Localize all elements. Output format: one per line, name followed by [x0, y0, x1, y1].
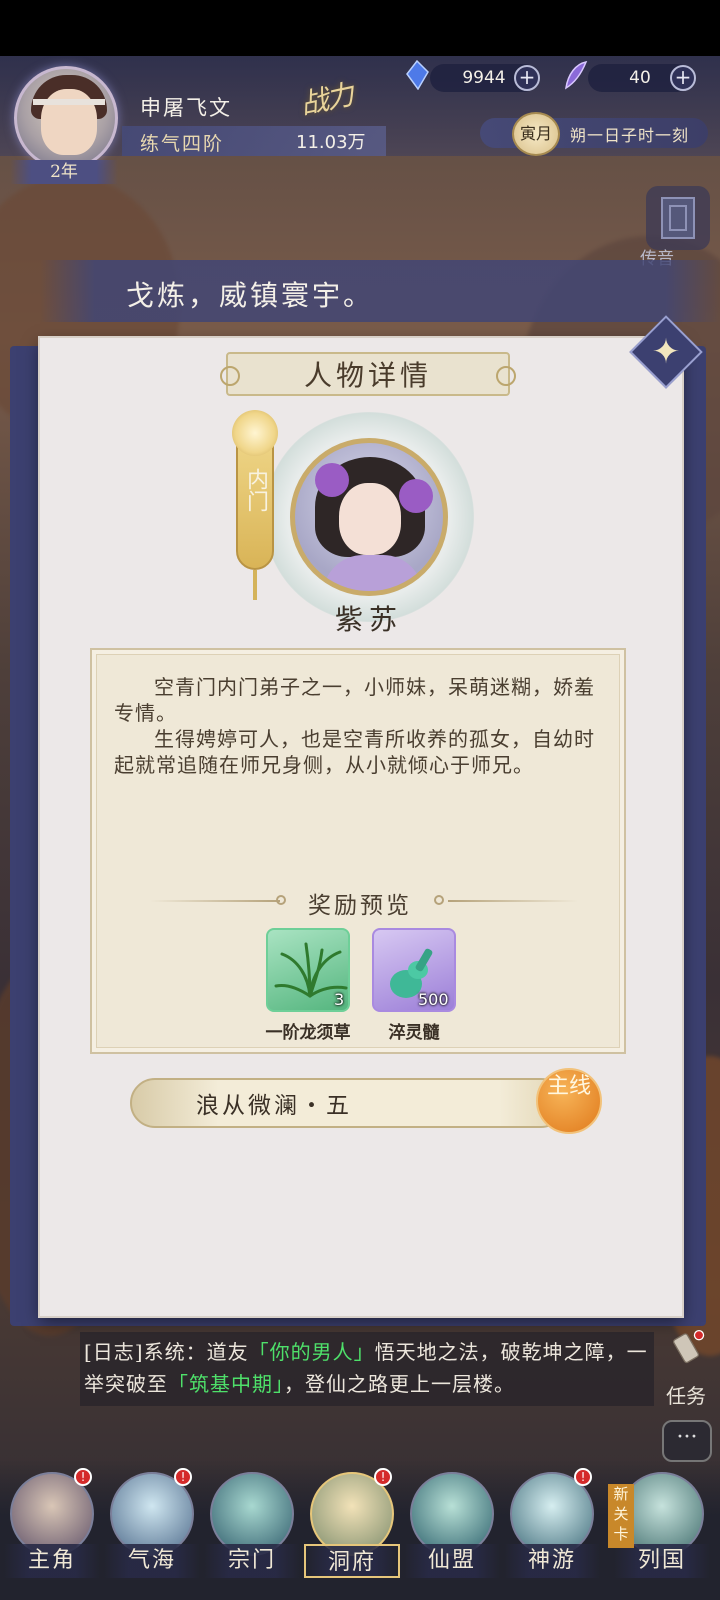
age-badge: 2年: [10, 160, 118, 184]
month-badge: 寅月: [512, 112, 560, 156]
feather-icon: [565, 60, 588, 90]
nav-label: 神游: [504, 1544, 600, 1578]
nav-alert-badge: !: [374, 1468, 392, 1486]
transmit-button[interactable]: [646, 186, 710, 250]
scroll-icon: [661, 197, 695, 239]
swirl-icon: [232, 410, 278, 456]
description-paragraph: 空青门内门弟子之一，小师妹，呆萌迷糊，娇羞专情。: [114, 675, 595, 725]
divider-dot: [434, 895, 444, 905]
player-name: 申屠飞文: [140, 96, 232, 120]
nav-alert-badge: !: [174, 1468, 192, 1486]
reward-name: 一阶龙须草: [265, 1023, 351, 1043]
nav-cave-dwelling[interactable]: ! 洞府: [304, 1466, 400, 1594]
player-avatar[interactable]: [14, 66, 118, 170]
nav-label: 列国: [614, 1544, 710, 1578]
nav-label: 主角: [4, 1544, 100, 1578]
divider-right: [448, 900, 578, 902]
reward-preview-title: 奖励预览: [308, 893, 412, 919]
nav-qi-sea[interactable]: ! 气海: [104, 1466, 200, 1594]
character-name: 紫苏: [334, 603, 403, 636]
add-feather-button[interactable]: +: [670, 65, 696, 91]
tassel-decoration: [253, 570, 257, 600]
new-stage-tag: 新关卡: [608, 1484, 634, 1548]
character-description: 空青门内门弟子之一，小师妹，呆萌迷糊，娇羞专情。 生得娉婷可人，也是空青所收养的…: [114, 674, 602, 778]
nav-sect[interactable]: 宗门: [204, 1466, 300, 1594]
sect-label: 内门: [243, 468, 268, 512]
nav-alert-badge: !: [74, 1468, 92, 1486]
scroll-quest-icon: [673, 1330, 705, 1364]
log-prefix: [日志]系统：道友: [84, 1340, 249, 1364]
reward-count: 3: [334, 990, 345, 1009]
nav-label: 仙盟: [404, 1544, 500, 1578]
main-quest-label: 主线: [546, 1074, 591, 1099]
nav-label: 宗门: [204, 1544, 300, 1578]
task-button[interactable]: 任务: [656, 1330, 716, 1410]
nav-alliance[interactable]: 仙盟: [404, 1466, 500, 1594]
log-suffix: ，登仙之路更上一层楼。: [284, 1372, 515, 1396]
crystal-icon: [406, 60, 429, 90]
nav-label: 气海: [104, 1544, 200, 1578]
description-paragraph: 生得娉婷可人，也是空青所收养的孤女，自幼时起就常追随在师兄身侧，从小就倾心于师兄…: [114, 727, 595, 777]
dialog-title: 人物详情: [303, 359, 432, 392]
status-bar: [0, 0, 720, 56]
nav-protagonist[interactable]: ! 主角: [4, 1466, 100, 1594]
character-portrait: [290, 438, 448, 596]
reward-name: 淬灵髓: [388, 1023, 440, 1043]
nav-alert-badge: !: [574, 1468, 592, 1486]
reward-count: 500: [418, 990, 449, 1009]
nav-spirit-travel[interactable]: ! 神游: [504, 1466, 600, 1594]
nav-label: 洞府: [304, 1544, 400, 1578]
chat-button[interactable]: ···: [662, 1420, 712, 1462]
announcement-text: 戈炼，威镇寰宇。: [126, 279, 375, 312]
log-stage: 「筑基中期」: [168, 1372, 284, 1396]
combat-power-value: 11.03万: [296, 132, 366, 153]
cultivation-realm: 练气四阶: [140, 133, 225, 155]
chat-bubble-icon: ···: [676, 1425, 698, 1450]
close-icon[interactable]: ✦: [648, 334, 684, 370]
log-player-name: 「你的男人」: [248, 1340, 375, 1364]
task-label: 任务: [666, 1384, 706, 1408]
system-log-text: [日志]系统：道友「你的男人」悟天地之法，破乾坤之障，一举突破至「筑基中期」，登…: [84, 1336, 654, 1400]
add-crystal-button[interactable]: +: [514, 65, 540, 91]
quest-name: 浪从微澜・五: [196, 1093, 352, 1119]
divider-left: [150, 900, 280, 902]
game-time: 朔一日子时一刻: [570, 126, 690, 145]
